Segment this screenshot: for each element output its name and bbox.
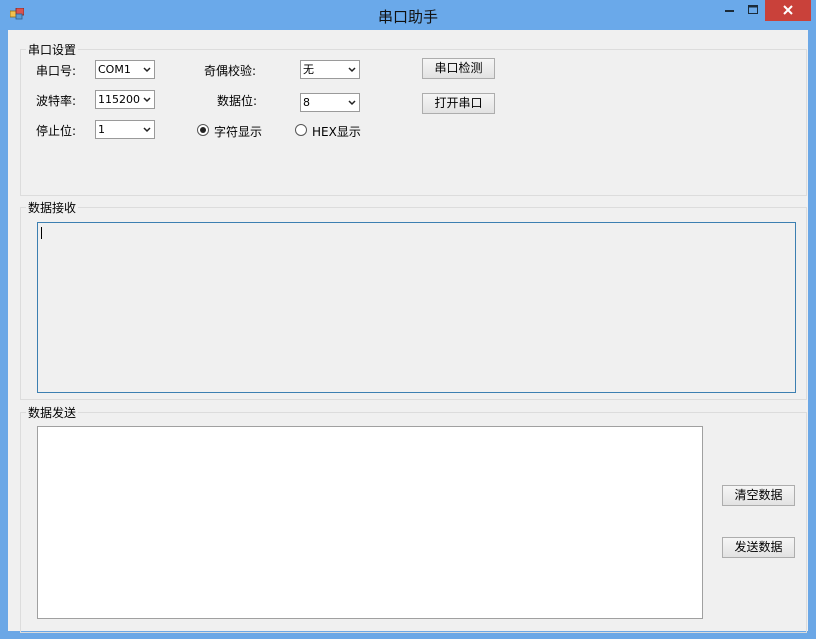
radio-selected-dot (200, 127, 206, 133)
receive-textarea[interactable] (37, 222, 796, 393)
maximize-button[interactable] (740, 0, 766, 21)
hex-display-label[interactable]: HEX显示 (312, 123, 361, 140)
open-port-button[interactable]: 打开串口 (422, 93, 495, 114)
clear-data-button[interactable]: 清空数据 (722, 485, 795, 506)
data-bits-select[interactable]: 8 (300, 93, 360, 112)
data-bits-value: 8 (303, 96, 310, 109)
chevron-down-icon (143, 67, 151, 73)
chevron-down-icon (348, 67, 356, 73)
chevron-down-icon (348, 100, 356, 106)
chevron-down-icon (143, 97, 151, 103)
port-select[interactable]: COM1 (95, 60, 155, 79)
baud-label: 波特率: (36, 94, 77, 108)
send-legend: 数据发送 (26, 404, 79, 421)
data-bits-label: 数据位: (217, 94, 258, 108)
window-title: 串口助手 (377, 8, 438, 26)
parity-value: 无 (303, 63, 314, 76)
baud-select[interactable]: 115200 (95, 90, 155, 109)
send-data-button[interactable]: 发送数据 (722, 537, 795, 558)
text-cursor (41, 227, 42, 239)
char-display-radio[interactable] (197, 124, 209, 136)
minimize-icon (725, 10, 734, 12)
client-area: 串口设置 串口号: COM1 波特率: 115200 停止位: 1 奇偶校验: … (8, 30, 808, 633)
serial-settings-legend: 串口设置 (26, 41, 79, 58)
chevron-down-icon (143, 127, 151, 133)
char-display-label[interactable]: 字符显示 (214, 123, 262, 140)
stop-bits-select[interactable]: 1 (95, 120, 155, 139)
stop-bits-label: 停止位: (36, 124, 77, 138)
parity-select[interactable]: 无 (300, 60, 360, 79)
detect-port-button[interactable]: 串口检测 (422, 58, 495, 79)
app-window: 串口助手 串口设置 串口号: COM1 波特率: 115200 停止位: 1 奇… (0, 0, 816, 639)
send-textarea[interactable] (37, 426, 703, 619)
title-bar[interactable]: 串口助手 (0, 0, 816, 30)
parity-label: 奇偶校验: (204, 64, 257, 78)
hex-display-radio[interactable] (295, 124, 307, 136)
maximize-icon (748, 5, 758, 14)
stop-bits-value: 1 (98, 123, 105, 136)
close-button[interactable] (765, 0, 811, 21)
port-label: 串口号: (36, 64, 77, 78)
port-value: COM1 (98, 63, 131, 76)
receive-legend: 数据接收 (26, 199, 79, 216)
close-icon (783, 5, 793, 15)
baud-value: 115200 (98, 93, 140, 106)
